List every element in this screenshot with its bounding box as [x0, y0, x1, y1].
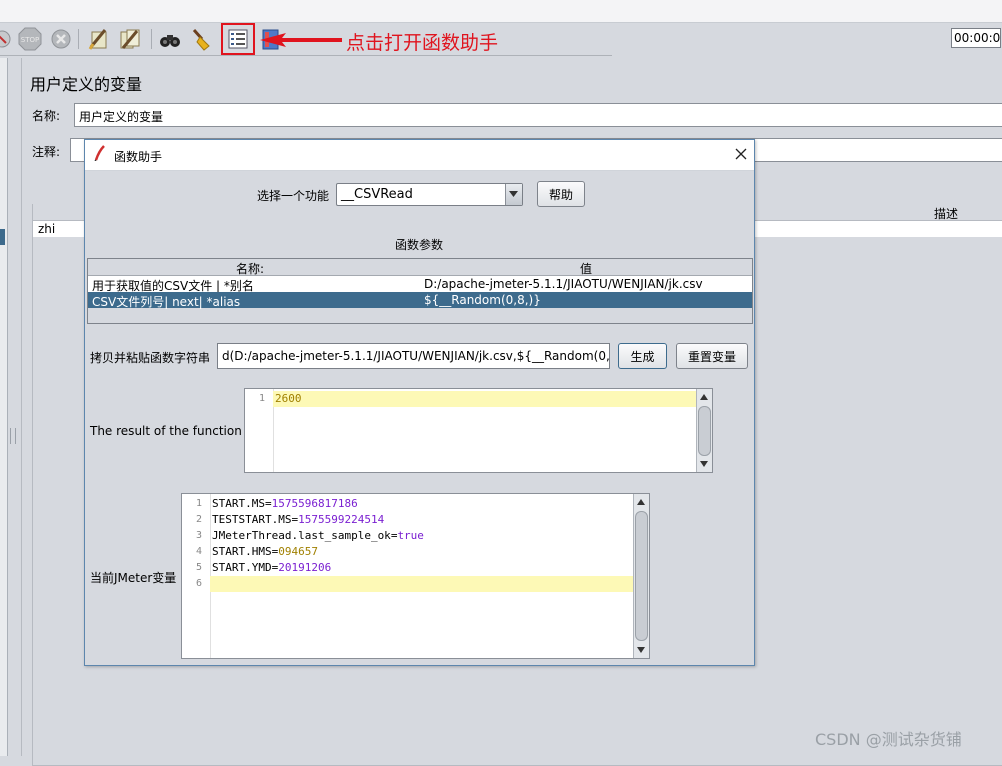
params-table-header: [88, 259, 752, 276]
code-line[interactable]: START.YMD=20191206: [212, 561, 331, 574]
param-value[interactable]: D:/apache-jmeter-5.1.1/JIAOTU/WENJIAN/jk…: [424, 277, 752, 291]
current-line-highlight: [210, 576, 634, 592]
equals-sign: =: [264, 497, 272, 510]
reset-search-broom-icon[interactable]: [189, 27, 213, 51]
var-value: 20191206: [278, 561, 332, 574]
test-plan-tree[interactable]: [0, 58, 8, 756]
feather-icon: [94, 145, 105, 161]
param-value[interactable]: ${__Random(0,8,)}: [424, 293, 752, 307]
toolbar: STOP: [0, 23, 1002, 56]
vertical-scrollbar[interactable]: [633, 494, 649, 658]
function-select-value[interactable]: __CSVRead: [341, 187, 413, 202]
window-top-strip: [0, 0, 1002, 23]
function-select-dropdown-button[interactable]: [505, 184, 522, 205]
chevron-down-icon: [509, 191, 518, 197]
code-line[interactable]: TESTSTART.MS=1575599224514: [212, 513, 384, 526]
var-value: true: [397, 529, 424, 542]
code-line[interactable]: START.HMS=094657: [212, 545, 318, 558]
reset-variables-button[interactable]: 重置变量: [676, 343, 748, 369]
split-pane-divider[interactable]: [8, 58, 22, 756]
name-label: 名称:: [32, 109, 61, 123]
var-value: 1575596817186: [271, 497, 358, 510]
function-string-label: 拷贝并粘贴函数字符串: [90, 351, 211, 365]
generate-button[interactable]: 生成: [618, 343, 667, 369]
code-line[interactable]: 2600: [275, 392, 302, 405]
param-name[interactable]: CSV文件列号| next| *alias: [92, 293, 422, 310]
column-header-value[interactable]: 值: [580, 260, 592, 277]
result-editor[interactable]: 1 2600: [244, 388, 713, 473]
line-number: 5: [195, 562, 202, 573]
svg-text:STOP: STOP: [21, 36, 39, 44]
clear-all-icon[interactable]: [118, 27, 142, 51]
annotation-text: 点击打开函数助手: [346, 32, 499, 54]
jmeter-variables-label: 当前JMeter变量: [90, 571, 177, 585]
dialog-titlebar[interactable]: [85, 140, 754, 171]
watermark: CSDN @测试杂货铺: [815, 730, 962, 749]
line-number: 4: [195, 546, 202, 557]
splitter-grip[interactable]: [10, 428, 16, 444]
dialog-title: 函数助手: [114, 150, 163, 164]
stop-icon[interactable]: STOP: [18, 27, 42, 51]
code-line[interactable]: START.MS=1575596817186: [212, 497, 358, 510]
name-input[interactable]: 用户定义的变量: [74, 103, 1002, 127]
vertical-scrollbar[interactable]: [696, 389, 712, 472]
scroll-thumb[interactable]: [635, 511, 648, 641]
code-line[interactable]: JMeterThread.last_sample_ok=true: [212, 529, 424, 542]
highlight-box: [221, 23, 255, 55]
current-line-highlight: [273, 391, 697, 407]
jmeter-variables-editor[interactable]: 1 2 3 4 5 6 START.MS=1575596817186 TESTS…: [181, 493, 650, 659]
clear-icon[interactable]: [87, 27, 111, 51]
annotation-arrow: [260, 33, 342, 47]
result-label: The result of the function is: [90, 424, 256, 438]
table-row-selected[interactable]: CSV文件列号| next| *alias ${__Random(0,8,)}: [88, 292, 752, 310]
scroll-up-icon[interactable]: [700, 394, 708, 400]
help-button[interactable]: 帮助: [537, 181, 585, 207]
tree-selected-node[interactable]: [0, 229, 5, 245]
var-key: START.HMS: [212, 545, 272, 558]
start-no-pause-icon[interactable]: [0, 27, 14, 51]
comment-label: 注释:: [32, 145, 61, 159]
params-title: 函数参数: [395, 238, 444, 252]
var-key: JMeterThread.last_sample_ok: [212, 529, 391, 542]
function-string-input[interactable]: d(D:/apache-jmeter-5.1.1/JIAOTU/WENJIAN/…: [217, 343, 610, 369]
table-row[interactable]: 用于获取值的CSV文件 | *别名 D:/apache-jmeter-5.1.1…: [88, 276, 752, 293]
panel-title: 用户定义的变量: [30, 75, 143, 94]
var-key: TESTSTART.MS: [212, 513, 292, 526]
line-number: 6: [195, 578, 202, 589]
line-number: 1: [195, 498, 202, 509]
var-key: START.YMD: [212, 561, 272, 574]
line-number: 2: [195, 514, 202, 525]
column-header-description[interactable]: 描述: [934, 205, 958, 222]
shutdown-icon[interactable]: [49, 27, 73, 51]
var-value: 1575599224514: [298, 513, 385, 526]
var-value: 094657: [278, 545, 318, 558]
choose-function-label: 选择一个功能: [257, 189, 330, 203]
column-header-name[interactable]: 名称:: [236, 260, 264, 277]
line-number: 3: [195, 530, 202, 541]
var-key: START.MS: [212, 497, 265, 510]
scroll-up-icon[interactable]: [637, 499, 645, 505]
line-number: 1: [258, 393, 265, 404]
scroll-down-icon[interactable]: [700, 461, 708, 467]
scroll-thumb[interactable]: [698, 406, 711, 456]
binoculars-icon[interactable]: [158, 27, 182, 51]
table-cell-name[interactable]: zhi: [38, 222, 55, 236]
close-icon[interactable]: [732, 145, 750, 163]
scroll-down-icon[interactable]: [637, 647, 645, 653]
elapsed-time: 00:00:00: [951, 28, 1001, 48]
